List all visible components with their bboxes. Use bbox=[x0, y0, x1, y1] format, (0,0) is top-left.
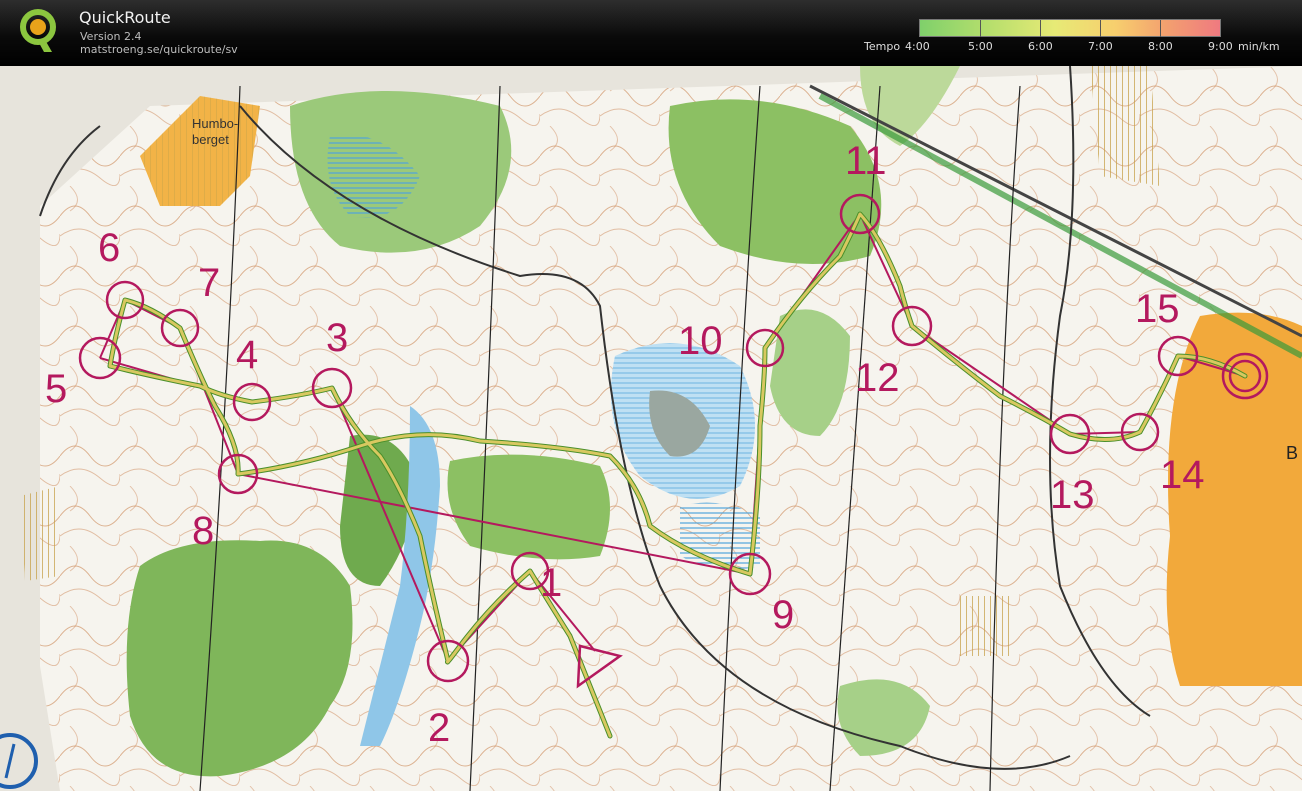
tempo-tick bbox=[980, 20, 981, 37]
place-name-line-2: berget bbox=[192, 132, 229, 147]
tempo-label: 5:00 bbox=[968, 40, 993, 53]
tempo-label: 7:00 bbox=[1088, 40, 1113, 53]
app-title: QuickRoute bbox=[79, 8, 171, 27]
control-number-9: 9 bbox=[772, 593, 794, 637]
tempo-label: 4:00 bbox=[905, 40, 930, 53]
control-number-13: 13 bbox=[1050, 473, 1095, 517]
orienteering-map[interactable]: 1 2 3 4 5 6 7 8 9 10 11 12 13 14 15 Humb… bbox=[0, 66, 1302, 791]
tempo-label: 6:00 bbox=[1028, 40, 1053, 53]
tempo-prefix: Tempo bbox=[864, 40, 901, 53]
tempo-unit: min/km bbox=[1238, 40, 1280, 53]
tempo-label: 9:00 bbox=[1208, 40, 1233, 53]
place-name-line-1: Humbo- bbox=[192, 116, 238, 131]
app-version: Version 2.4 bbox=[80, 30, 142, 43]
control-number-1: 1 bbox=[540, 561, 562, 605]
app-url: matstroeng.se/quickroute/sv bbox=[80, 43, 238, 56]
control-number-6: 6 bbox=[98, 226, 120, 270]
control-number-12: 12 bbox=[855, 356, 900, 400]
quickroute-logo-icon bbox=[20, 9, 56, 52]
tempo-tick bbox=[1040, 20, 1041, 37]
control-number-8: 8 bbox=[192, 509, 214, 553]
control-number-11: 11 bbox=[845, 139, 887, 183]
control-number-5: 5 bbox=[45, 367, 67, 411]
tempo-color-scale bbox=[919, 19, 1221, 37]
control-number-3: 3 bbox=[326, 316, 348, 360]
tempo-tick bbox=[1100, 20, 1101, 37]
tempo-label: 8:00 bbox=[1148, 40, 1173, 53]
tempo-tick bbox=[1160, 20, 1161, 37]
control-number-4: 4 bbox=[236, 333, 258, 377]
control-number-2: 2 bbox=[428, 706, 450, 750]
map-edge-letter: B bbox=[1286, 443, 1298, 463]
control-number-14: 14 bbox=[1160, 453, 1205, 497]
control-number-10: 10 bbox=[678, 319, 723, 363]
tempo-scale-labels: Tempo 4:00 5:00 6:00 7:00 8:00 9:00 min/… bbox=[864, 40, 1294, 54]
control-number-15: 15 bbox=[1135, 287, 1180, 331]
header-bar: QuickRoute Version 2.4 matstroeng.se/qui… bbox=[0, 0, 1302, 66]
control-number-7: 7 bbox=[198, 261, 220, 305]
